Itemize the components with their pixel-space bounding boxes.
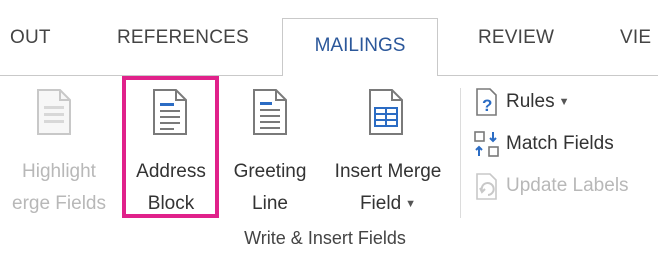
group-separator (460, 88, 461, 218)
tab-references[interactable]: REFERENCES (117, 18, 249, 58)
highlight-label-line1: Highlight (22, 161, 96, 182)
insert-merge-field-label-text: Field (359, 193, 402, 215)
greeting-line-label-line1: Greeting (233, 161, 307, 182)
rules-button[interactable]: ? Rules ▼ (472, 86, 569, 118)
document-icon (36, 88, 72, 147)
insert-merge-field-icon (368, 88, 404, 147)
chevron-down-icon: ▼ (405, 198, 417, 210)
greeting-line-label-line2: Line (252, 193, 288, 214)
insert-merge-field-label-line1: Insert Merge (334, 161, 442, 182)
group-label-write-insert-fields: Write & Insert Fields (244, 228, 406, 248)
match-fields-button[interactable]: Match Fields (472, 128, 614, 160)
highlight-label-line2: erge Fields (12, 193, 106, 214)
svg-text:?: ? (482, 96, 492, 115)
update-labels-button[interactable]: Update Labels (472, 170, 629, 202)
match-fields-icon (472, 129, 502, 159)
address-block-highlight-frame (122, 76, 219, 218)
update-labels-icon (472, 171, 502, 201)
rules-icon: ? (472, 87, 502, 117)
tab-review[interactable]: REVIEW (478, 18, 554, 58)
match-fields-label: Match Fields (506, 133, 614, 154)
tab-mailings[interactable]: MAILINGS (282, 18, 438, 76)
tab-layout[interactable]: OUT (10, 18, 51, 58)
rules-label: Rules (506, 91, 555, 113)
tab-view[interactable]: VIE (620, 18, 651, 58)
insert-merge-field-label-line2: Field ▼ (320, 188, 456, 220)
update-labels-label: Update Labels (506, 175, 629, 196)
greeting-line-icon (252, 88, 288, 147)
chevron-down-icon: ▼ (558, 96, 570, 108)
